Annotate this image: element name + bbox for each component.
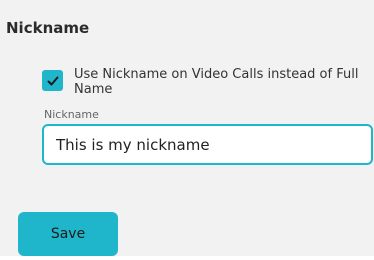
- section-title: Nickname: [6, 19, 90, 37]
- use-nickname-checkbox[interactable]: [42, 70, 63, 91]
- settings-page: Nickname Use Nickname on Video Calls ins…: [0, 0, 374, 260]
- nickname-settings-panel: Nickname Use Nickname on Video Calls ins…: [0, 0, 374, 256]
- checkmark-icon: [47, 76, 58, 85]
- nickname-field-label: Nickname: [44, 108, 99, 121]
- use-nickname-option[interactable]: Use Nickname on Video Calls instead of F…: [42, 64, 372, 100]
- nickname-input[interactable]: [42, 124, 373, 165]
- save-button[interactable]: Save: [18, 212, 118, 256]
- use-nickname-label: Use Nickname on Video Calls instead of F…: [74, 67, 359, 97]
